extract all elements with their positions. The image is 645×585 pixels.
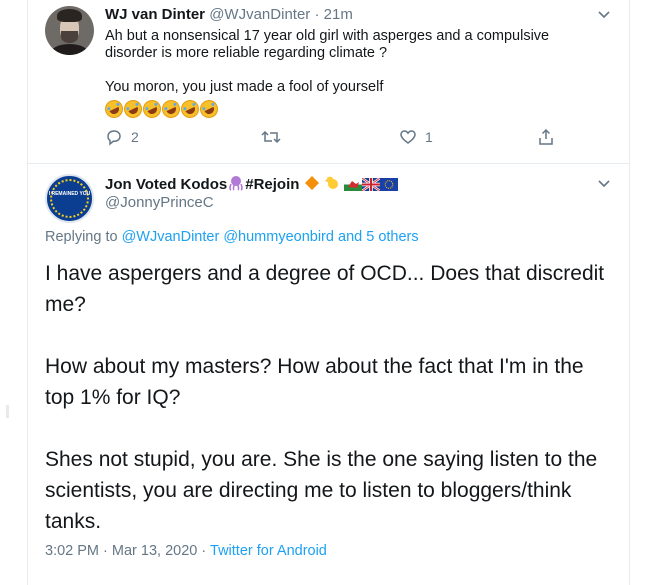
tweet[interactable]: WJ van Dinter @WJvanDinter · 21m Ah but …	[28, 0, 629, 164]
avatar[interactable]	[45, 6, 94, 55]
rolling-laughing-emoji-icon	[140, 97, 164, 121]
separator: ·	[201, 543, 207, 559]
tweet-paragraph: I have aspergers and a degree of OCD... …	[45, 262, 605, 316]
reply-count: 2	[131, 129, 139, 145]
octopus-icon	[227, 175, 245, 195]
tweet-time[interactable]: 3:02 PM	[45, 543, 99, 559]
tweet-source-link[interactable]: Twitter for Android	[210, 543, 327, 559]
reply-button[interactable]: 2	[105, 128, 139, 146]
tweet-date[interactable]: Mar 13, 2020	[112, 543, 197, 559]
retweet-button[interactable]	[260, 128, 290, 146]
replying-to-label: Replying to	[45, 229, 118, 245]
rolling-laughing-emoji-icon	[102, 97, 126, 121]
uk-flag-icon	[361, 177, 381, 195]
like-count: 1	[425, 129, 433, 145]
chick-icon	[324, 175, 340, 195]
tweet-actions: 2 1	[105, 128, 575, 150]
timestamp[interactable]: 21m	[324, 6, 353, 23]
eu-flag-icon	[379, 178, 398, 195]
tweet-text: I have aspergers and a degree of OCD... …	[45, 258, 615, 568]
share-icon	[537, 128, 555, 146]
page-edge-mark	[6, 405, 9, 418]
reply-icon	[105, 128, 123, 146]
share-button[interactable]	[537, 128, 555, 146]
rolling-laughing-emoji-icon	[121, 97, 145, 121]
user-handle-row: @JonnyPrinceC	[105, 194, 214, 211]
display-name[interactable]: Jon Voted Kodos	[105, 176, 227, 193]
separator: ·	[103, 543, 108, 559]
tweet-text-line: Ah but a nonsensical 17 year old girl wi…	[105, 28, 550, 44]
timeline-column: WJ van Dinter @WJvanDinter · 21m Ah but …	[27, 0, 630, 585]
like-button[interactable]: 1	[399, 128, 433, 146]
tweet-text-line: disorder is more reliable regarding clim…	[105, 45, 388, 61]
emoji-row	[102, 97, 221, 121]
rolling-laughing-emoji-icon	[159, 97, 183, 121]
tweet-text: Ah but a nonsensical 17 year old girl wi…	[105, 28, 585, 96]
chevron-down-icon[interactable]	[595, 5, 613, 23]
reply-mention-link[interactable]: @WJvanDinter	[122, 229, 220, 245]
replying-to: Replying to @WJvanDinter @hummyeonbird a…	[45, 229, 419, 245]
tweet-header: WJ van Dinter @WJvanDinter · 21m	[105, 6, 353, 23]
avatar-text: I REMAINED YOU	[48, 191, 91, 197]
tweet-meta: 3:02 PM · Mar 13, 2020 · Twitter for And…	[45, 543, 327, 559]
display-name[interactable]: WJ van Dinter	[105, 6, 205, 23]
reply-others-link[interactable]: 5 others	[366, 229, 418, 245]
rolling-laughing-emoji-icon	[178, 97, 202, 121]
tweet-paragraph: Shes not stupid, you are. She is the one…	[45, 448, 598, 533]
tweet-text-line: You moron, you just made a fool of yours…	[105, 79, 384, 95]
tweet-paragraph: How about my masters? How about the fact…	[45, 355, 584, 409]
rolling-laughing-emoji-icon	[197, 97, 221, 121]
chevron-down-icon[interactable]	[595, 174, 613, 192]
reply-and-label: and	[338, 229, 363, 245]
separator: ·	[314, 6, 320, 23]
heart-icon	[399, 128, 417, 146]
orange-diamond-icon	[304, 175, 320, 195]
wales-flag-icon	[343, 178, 362, 195]
avatar[interactable]: I REMAINED YOU	[45, 174, 94, 223]
user-handle[interactable]: @JonnyPrinceC	[105, 194, 214, 211]
retweet-icon	[260, 128, 282, 146]
user-handle[interactable]: @WJvanDinter	[209, 6, 310, 23]
reply-mention-link[interactable]: @hummyeonbird	[223, 229, 334, 245]
tweet-header: Jon Voted Kodos #Rejoin	[105, 175, 398, 195]
name-tag: #Rejoin	[245, 176, 300, 193]
